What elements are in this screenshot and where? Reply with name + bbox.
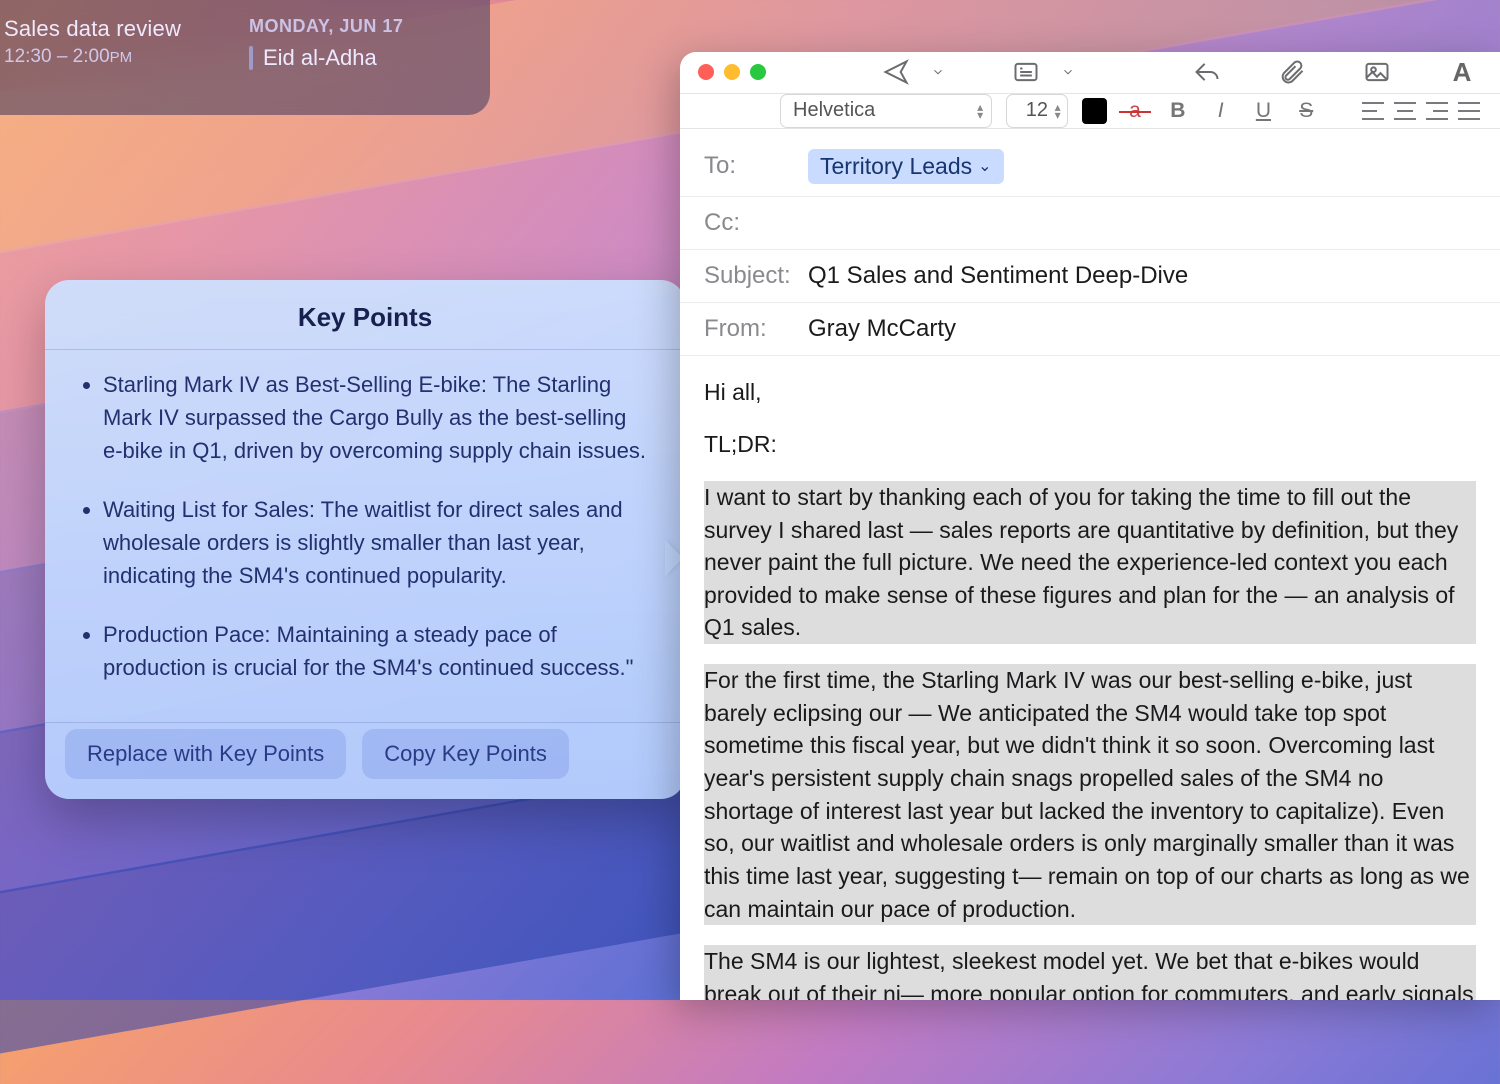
recipient-token[interactable]: Territory Leads⌄ bbox=[808, 149, 1004, 184]
font-size-select[interactable]: 12 ▴▾ bbox=[1006, 94, 1068, 128]
mail-compose-window: A Helvetica ▴▾ 12 ▴▾ a B I U S To: Terri… bbox=[680, 52, 1500, 1000]
font-family-select[interactable]: Helvetica ▴▾ bbox=[780, 94, 992, 128]
header-fields-button[interactable] bbox=[1006, 52, 1046, 92]
window-controls bbox=[698, 64, 766, 80]
subject-label: Subject: bbox=[704, 262, 808, 290]
body-tldr: TL;DR: bbox=[704, 428, 1476, 461]
list-item: Waiting List for Sales: The waitlist for… bbox=[103, 493, 651, 592]
minimize-button[interactable] bbox=[724, 64, 740, 80]
from-label: From: bbox=[704, 315, 808, 343]
italic-button[interactable]: I bbox=[1206, 99, 1235, 123]
popover-title: Key Points bbox=[45, 302, 685, 349]
align-right-button[interactable] bbox=[1426, 102, 1448, 120]
photo-icon[interactable] bbox=[1357, 52, 1397, 92]
header-fields-chevron-icon[interactable] bbox=[1048, 52, 1088, 92]
copy-button[interactable]: Copy Key Points bbox=[362, 729, 569, 779]
mail-toolbar: A bbox=[680, 52, 1500, 94]
attach-icon[interactable] bbox=[1272, 52, 1312, 92]
mail-body[interactable]: Hi all, TL;DR: I want to start by thanki… bbox=[680, 356, 1500, 1000]
calendar-day-label: MONDAY, JUN 17 bbox=[249, 16, 470, 37]
calendar-event-time: 12:30 – 2:00PM bbox=[4, 46, 225, 68]
text-color-reset-icon[interactable]: a bbox=[1121, 99, 1150, 123]
body-paragraph: The SM4 is our lightest, sleekest model … bbox=[704, 945, 1476, 1000]
align-center-button[interactable] bbox=[1394, 102, 1416, 120]
replace-button[interactable]: Replace with Key Points bbox=[65, 729, 346, 779]
send-menu-chevron-icon[interactable] bbox=[918, 52, 958, 92]
text-color-swatch[interactable] bbox=[1082, 98, 1107, 124]
cc-label: Cc: bbox=[704, 209, 808, 237]
subject-field[interactable]: Q1 Sales and Sentiment Deep-Dive bbox=[808, 262, 1188, 290]
body-greeting: Hi all, bbox=[704, 376, 1476, 409]
key-points-popover: Key Points Starling Mark IV as Best-Sell… bbox=[45, 280, 685, 799]
popover-list: Starling Mark IV as Best-Selling E-bike:… bbox=[45, 350, 685, 722]
reply-icon[interactable] bbox=[1187, 52, 1227, 92]
calendar-widget: Sales data review 12:30 – 2:00PM MONDAY,… bbox=[0, 0, 490, 115]
calendar-event-title: Sales data review bbox=[4, 16, 225, 42]
maximize-button[interactable] bbox=[750, 64, 766, 80]
list-item: Production Pace: Maintaining a steady pa… bbox=[103, 618, 651, 684]
strikethrough-button[interactable]: S bbox=[1292, 99, 1321, 123]
bold-button[interactable]: B bbox=[1163, 99, 1192, 123]
send-button[interactable] bbox=[876, 52, 916, 92]
body-paragraph: I want to start by thanking each of you … bbox=[704, 481, 1476, 644]
list-item: Starling Mark IV as Best-Selling E-bike:… bbox=[103, 368, 651, 467]
calendar-allday-event: Eid al-Adha bbox=[249, 45, 470, 71]
format-icon[interactable]: A bbox=[1442, 52, 1482, 92]
mail-headers: To: Territory Leads⌄ Cc: Subject: Q1 Sal… bbox=[680, 129, 1500, 356]
close-button[interactable] bbox=[698, 64, 714, 80]
format-bar: Helvetica ▴▾ 12 ▴▾ a B I U S bbox=[680, 94, 1500, 129]
body-paragraph: For the first time, the Starling Mark IV… bbox=[704, 664, 1476, 925]
underline-button[interactable]: U bbox=[1249, 99, 1278, 123]
align-justify-button[interactable] bbox=[1458, 102, 1480, 120]
align-left-button[interactable] bbox=[1362, 102, 1384, 120]
from-value: Gray McCarty bbox=[808, 315, 956, 343]
to-label: To: bbox=[704, 152, 808, 180]
